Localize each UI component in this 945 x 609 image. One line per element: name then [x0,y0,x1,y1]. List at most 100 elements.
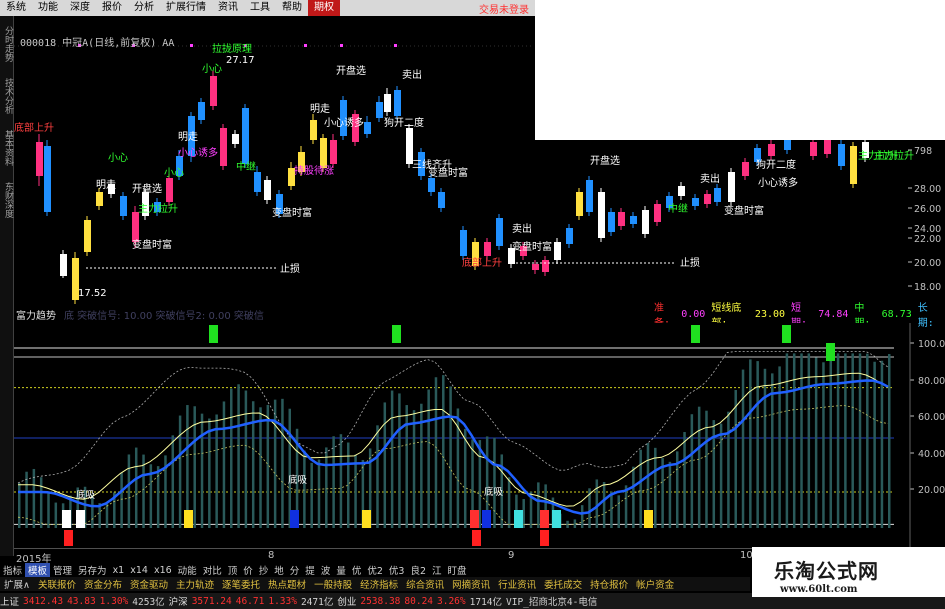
black-overlay [315,284,627,318]
signal-label-11: 中继 [236,160,256,173]
ext-btn-9[interactable]: 综合资讯 [402,577,448,591]
bottom-signal-marker [62,510,71,528]
candle-body [810,142,817,156]
candle-body [428,178,435,192]
tool-btn-12[interactable]: 地 [271,563,287,577]
menu-item-9[interactable]: 期权 [308,0,340,16]
tool-btn-2[interactable]: 管理 [50,563,75,577]
hist-bar [251,401,255,528]
hist-bar [134,447,138,528]
bottom-signal-marker [540,510,549,528]
tool-btn-15[interactable]: 波 [318,563,334,577]
hist-bar [434,377,438,528]
tool-btn-9[interactable]: 顶 [225,563,241,577]
tool-btn-11[interactable]: 抄 [256,563,272,577]
tool-btn-13[interactable]: 分 [287,563,303,577]
hist-bar [32,468,36,528]
ext-btn-10[interactable]: 网摘资讯 [448,577,494,591]
ext-btn-6[interactable]: 热点题材 [264,577,310,591]
tool-btn-14[interactable]: 提 [302,563,318,577]
candle-body [232,134,239,144]
tool-btn-19[interactable]: 优3 [386,563,408,577]
signal-label-16: 小心诱多 [324,116,364,129]
tool-btn-1[interactable]: 模板 [25,563,51,577]
tool-btn-0[interactable]: 指标 [0,563,25,577]
tool-btn-7[interactable]: 动能 [175,563,200,577]
tool-btn-4[interactable]: x1 [110,565,128,576]
menu-item-7[interactable]: 工具 [244,0,276,16]
hist-bar [208,418,211,528]
vtab-1[interactable]: 技术分析 [1,78,13,114]
vtab-0[interactable]: 分时走势 [1,26,13,62]
vtab-2[interactable]: 基本资料 [1,130,13,166]
time-label-3: 10 [740,550,753,561]
hist-bar [602,481,606,528]
tool-btn-22[interactable]: 盯盘 [445,563,470,577]
menu-item-3[interactable]: 报价 [96,0,128,16]
candle-body [310,120,317,140]
candle-body [132,212,139,242]
bottom-signal-marker [290,510,299,528]
menu-item-1[interactable]: 功能 [32,0,64,16]
tool-btn-21[interactable]: 江 [429,563,445,577]
indicator-values: 准备:0.00短线底部:23.00短期:74.84中期:68.73长期: [654,303,945,329]
hist-bar [127,454,131,528]
login-status[interactable]: 交易未登录 [479,1,535,16]
bottom-signal-marker [644,510,653,528]
hist-bar [273,399,277,528]
ext-btn-7[interactable]: 一般持股 [310,577,356,591]
tool-btn-16[interactable]: 量 [333,563,349,577]
hist-bar [537,482,540,528]
hist-bar [756,361,759,528]
menu-item-4[interactable]: 分析 [128,0,160,16]
ext-btn-1[interactable]: 关联报价 [34,577,80,591]
ext-btn-3[interactable]: 资金驱动 [126,577,172,591]
signal-label-20: 变盘时富 [428,166,468,179]
ext-btn-2[interactable]: 资金分布 [80,577,126,591]
indicator-chart[interactable]: 涨底吸底吸底吸100.080.0060.0040.0020.00 [14,313,945,548]
hist-bar [120,472,123,528]
hist-bar [171,435,175,528]
candle-body [838,144,845,166]
menu-item-2[interactable]: 深度 [64,0,96,16]
ext-btn-11[interactable]: 行业资讯 [494,577,540,591]
marker-dot [190,44,193,47]
candle-body [704,194,711,204]
vtab-3[interactable]: 东财深度 [1,182,13,218]
candle-body [566,228,573,244]
status-item-1: 3412.43 [23,595,64,607]
stock-title: 000018 中冠A(日线,前复权) AA [20,34,174,49]
status-item-7: 46.71 [235,595,265,607]
signal-label-26: 卖出 [700,172,720,185]
tool-btn-6[interactable]: x16 [151,565,175,576]
indicator-svg: 涨底吸底吸底吸100.080.0060.0040.0020.00 [14,313,945,548]
price-axis-label: 26.00 [914,204,941,215]
candle-body [198,102,205,120]
ext-btn-5[interactable]: 逐笔委托 [218,577,264,591]
menu-item-8[interactable]: 帮助 [276,0,308,16]
candle-body [364,122,371,134]
tool-btn-10[interactable]: 价 [240,563,256,577]
ext-btn-0[interactable]: 扩展∧ [0,577,34,591]
hist-bar [259,407,262,528]
tool-btn-8[interactable]: 对比 [200,563,225,577]
tool-btn-3[interactable]: 另存为 [75,563,110,577]
ext-btn-14[interactable]: 帐户资金 [632,577,678,591]
hist-bar [266,404,270,528]
hist-bar [800,353,803,528]
tool-btn-17[interactable]: 优 [349,563,365,577]
tool-btn-20[interactable]: 良2 [407,563,429,577]
menu-item-0[interactable]: 系统 [0,0,32,16]
menu-item-5[interactable]: 扩展行情 [160,0,212,16]
ext-btn-4[interactable]: 主力轨迹 [172,577,218,591]
ext-btn-12[interactable]: 委托成交 [540,577,586,591]
tool-btn-5[interactable]: x14 [127,565,151,576]
candle-body [406,128,413,164]
ext-btn-8[interactable]: 经济指标 [356,577,402,591]
candle-body [96,192,103,206]
ext-btn-13[interactable]: 持仓报价 [586,577,632,591]
candle-body [742,162,749,176]
hist-bar [18,483,21,528]
menu-item-6[interactable]: 资讯 [212,0,244,16]
tool-btn-18[interactable]: 优2 [364,563,386,577]
